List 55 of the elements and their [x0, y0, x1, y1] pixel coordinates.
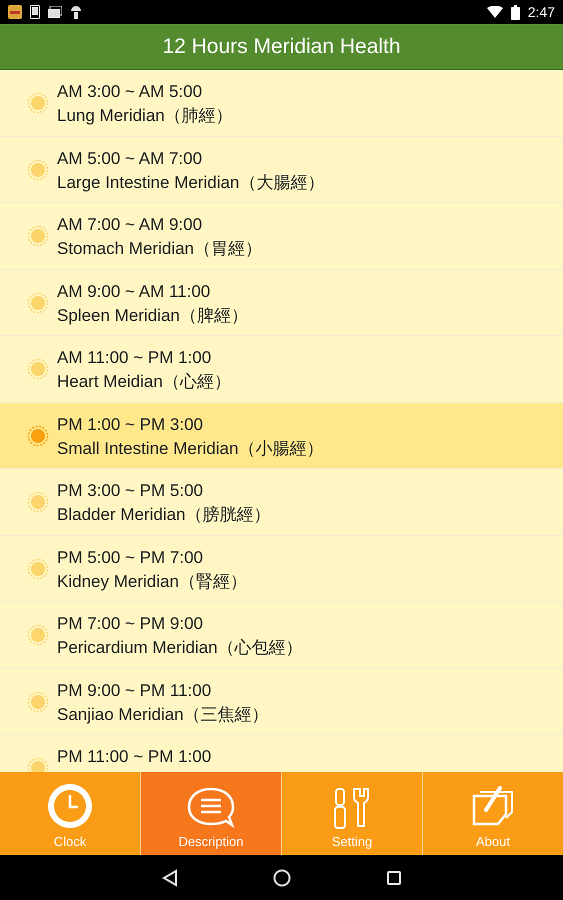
battery-icon: [510, 4, 520, 20]
time-range: AM 11:00 ~ PM 1:00: [57, 348, 212, 368]
tools-icon: [332, 786, 372, 830]
time-range: AM 9:00 ~ AM 11:00: [57, 282, 212, 302]
phone-icon: [30, 5, 40, 19]
meridian-item[interactable]: PM 1:00 ~ PM 3:00 Small Intestine Meridian（小腸經）: [0, 402, 563, 469]
time-range: AM 3:00 ~ AM 5:00: [57, 82, 204, 102]
meridian-name: Stomach Meridian（胃經）: [57, 238, 262, 260]
home-icon[interactable]: [272, 868, 290, 886]
time-range: PM 1:00 ~ PM 3:00: [57, 414, 204, 434]
sun-icon: [27, 624, 49, 646]
sun-icon: [27, 491, 49, 513]
meridian-name: Spleen Meridian（脾經）: [57, 304, 248, 326]
meridian-item[interactable]: AM 11:00 ~ PM 1:00 Heart Meidian（心經）: [0, 336, 563, 402]
meridian-name: Sanjiao Meridian（三焦經）: [57, 704, 269, 726]
meridian-name: Pericardium Meridian（心包經）: [57, 637, 303, 659]
sun-icon: [27, 424, 49, 446]
meridian-item[interactable]: AM 7:00 ~ AM 9:00 Stomach Meridian（胃經）: [0, 203, 563, 270]
meridian-name: Kidney Meridian（腎經）: [57, 570, 247, 592]
wifi-icon: [486, 6, 503, 18]
meridian-item[interactable]: AM 9:00 ~ AM 11:00 Spleen Meridian（脾經）: [0, 270, 563, 336]
sun-icon: [27, 558, 49, 580]
sun-icon: [27, 225, 49, 247]
meridian-item[interactable]: PM 11:00 ~ PM 1:00: [0, 735, 563, 772]
sun-icon: [27, 92, 49, 114]
meridian-name: Large Intestine Meridian（大腸經）: [57, 172, 324, 194]
app-title: 12 Hours Meridian Health: [0, 24, 563, 70]
meridian-name: Lung Meridian（肺經）: [57, 105, 233, 127]
meridian-name: Bladder Meridian（膀胱經）: [57, 504, 271, 526]
time-range: AM 7:00 ~ AM 9:00: [57, 215, 204, 235]
status-time: 2:47: [528, 4, 555, 20]
meridian-item[interactable]: PM 7:00 ~ PM 9:00 Pericardium Meridian（心包經）: [0, 602, 563, 668]
time-range: AM 5:00 ~ AM 7:00: [57, 148, 204, 168]
app-notification-icon: [8, 5, 22, 19]
meridian-name: Small Intestine Meridian（小腸經）: [57, 438, 324, 460]
meridian-item[interactable]: PM 5:00 ~ PM 7:00 Kidney Meridian（腎經）: [0, 536, 563, 602]
speech-bubble-icon: [186, 786, 236, 830]
sun-icon: [27, 158, 49, 180]
meridian-item[interactable]: AM 3:00 ~ AM 5:00 Lung Meridian（肺經）: [0, 70, 563, 136]
sun-icon: [27, 690, 49, 712]
meridian-item[interactable]: AM 5:00 ~ AM 7:00 Large Intestine Meridian（大腸經）: [0, 136, 563, 203]
time-range: PM 7:00 ~ PM 9:00: [57, 614, 204, 634]
back-icon[interactable]: [162, 868, 178, 886]
meridian-name: Heart Meidian（心經）: [57, 371, 231, 393]
time-range: PM 3:00 ~ PM 5:00: [57, 481, 204, 501]
time-range: PM 9:00 ~ PM 11:00: [57, 680, 212, 700]
photos-icon: [48, 6, 62, 18]
meridian-item[interactable]: PM 3:00 ~ PM 5:00 Bladder Meridian（膀胱經）: [0, 469, 563, 536]
clock-icon: [45, 782, 95, 830]
time-range: PM 5:00 ~ PM 7:00: [57, 548, 204, 568]
meridian-item[interactable]: PM 9:00 ~ PM 11:00 Sanjiao Meridian（三焦經）: [0, 668, 563, 735]
sun-icon: [27, 358, 49, 380]
time-range: PM 11:00 ~ PM 1:00: [57, 747, 212, 767]
recents-icon[interactable]: [386, 870, 402, 886]
sun-icon: [27, 292, 49, 314]
